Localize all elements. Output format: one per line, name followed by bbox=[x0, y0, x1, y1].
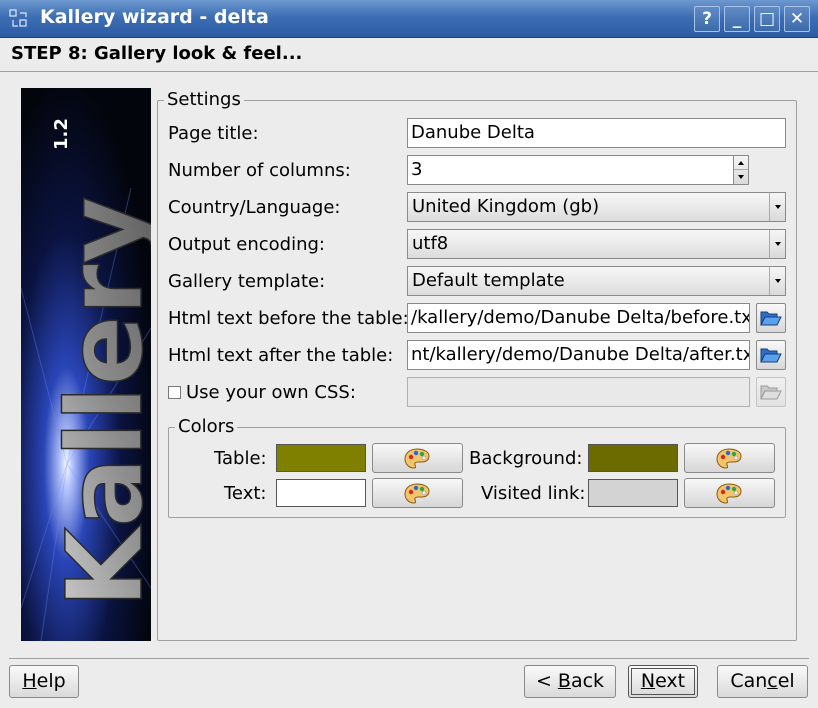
chevron-down-icon[interactable] bbox=[769, 193, 785, 221]
html-before-input[interactable]: /kallery/demo/Danube Delta/before.txt bbox=[407, 303, 750, 333]
palette-icon bbox=[716, 448, 742, 469]
template-label: Gallery template: bbox=[168, 271, 326, 292]
settings-group-label: Settings bbox=[164, 89, 244, 110]
banner-graphic: Kallery 1.2 bbox=[21, 88, 151, 641]
html-before-label: Html text before the table: bbox=[168, 308, 409, 329]
palette-icon bbox=[716, 483, 742, 504]
visited-link-swatch bbox=[588, 479, 678, 507]
visited-link-button[interactable] bbox=[684, 478, 775, 508]
spin-down-icon[interactable] bbox=[734, 170, 748, 184]
footer-separator bbox=[9, 658, 809, 659]
kallery-banner: Kallery 1.2 bbox=[21, 88, 151, 641]
help-window-button[interactable]: ? bbox=[694, 6, 720, 32]
encoding-label: Output encoding: bbox=[168, 234, 325, 255]
browse-before-button[interactable] bbox=[756, 303, 786, 333]
country-select[interactable]: United Kingdom (gb) bbox=[407, 192, 786, 222]
columns-spinner[interactable] bbox=[733, 155, 749, 185]
back-button[interactable]: < Back bbox=[524, 665, 616, 698]
visited-link-label: Visited link: bbox=[481, 483, 586, 504]
html-after-label: Html text after the table: bbox=[168, 345, 394, 366]
palette-icon bbox=[404, 448, 430, 469]
country-label: Country/Language: bbox=[168, 197, 341, 218]
maximize-button[interactable]: □ bbox=[754, 6, 780, 32]
css-checkbox[interactable] bbox=[168, 386, 181, 399]
browse-css-button[interactable] bbox=[756, 377, 786, 407]
step-title: STEP 8: Gallery look & feel... bbox=[11, 43, 303, 64]
columns-label: Number of columns: bbox=[168, 160, 351, 181]
table-color-button[interactable] bbox=[372, 443, 463, 473]
browse-after-button[interactable] bbox=[756, 340, 786, 370]
country-value: United Kingdom (gb) bbox=[412, 196, 600, 217]
folder-open-icon bbox=[760, 311, 782, 326]
window-titlebar[interactable]: Kallery wizard - delta ? _ □ ✕ bbox=[0, 0, 818, 38]
table-color-swatch bbox=[276, 444, 366, 472]
spin-up-icon[interactable] bbox=[734, 156, 748, 170]
background-color-label: Background: bbox=[469, 448, 583, 469]
text-color-button[interactable] bbox=[372, 478, 463, 508]
folder-open-icon bbox=[760, 348, 782, 363]
chevron-down-icon[interactable] bbox=[769, 230, 785, 258]
page-title-label: Page title: bbox=[168, 123, 259, 144]
step-header: STEP 8: Gallery look & feel... bbox=[0, 38, 818, 72]
page-title-input[interactable]: Danube Delta bbox=[407, 118, 786, 148]
text-color-swatch bbox=[276, 479, 366, 507]
html-after-input[interactable]: nt/kallery/demo/Danube Delta/after.txt bbox=[407, 340, 750, 370]
banner-version-text: 1.2 bbox=[51, 118, 72, 150]
next-button[interactable]: Next bbox=[628, 665, 698, 698]
folder-open-icon bbox=[760, 385, 782, 400]
columns-input[interactable]: 3 bbox=[407, 155, 734, 185]
window-title: Kallery wizard - delta bbox=[40, 6, 269, 28]
wizard-icon bbox=[9, 9, 27, 27]
text-color-label: Text: bbox=[224, 483, 267, 504]
help-button[interactable]: Help bbox=[9, 665, 79, 698]
close-button[interactable]: ✕ bbox=[784, 6, 810, 32]
encoding-select[interactable]: utf8 bbox=[407, 229, 786, 259]
minimize-button[interactable]: _ bbox=[724, 6, 750, 32]
encoding-value: utf8 bbox=[412, 233, 449, 254]
background-color-button[interactable] bbox=[684, 443, 775, 473]
cancel-button[interactable]: Cancel bbox=[717, 665, 808, 698]
palette-icon bbox=[404, 483, 430, 504]
css-label: Use your own CSS: bbox=[186, 382, 356, 403]
colors-group-label: Colors bbox=[175, 416, 238, 437]
background-color-swatch bbox=[588, 444, 678, 472]
css-input[interactable] bbox=[407, 377, 750, 407]
template-value: Default template bbox=[412, 270, 565, 291]
table-color-label: Table: bbox=[214, 448, 267, 469]
chevron-down-icon[interactable] bbox=[769, 267, 785, 295]
template-select[interactable]: Default template bbox=[407, 266, 786, 296]
banner-brand-text: Kallery bbox=[44, 196, 151, 608]
